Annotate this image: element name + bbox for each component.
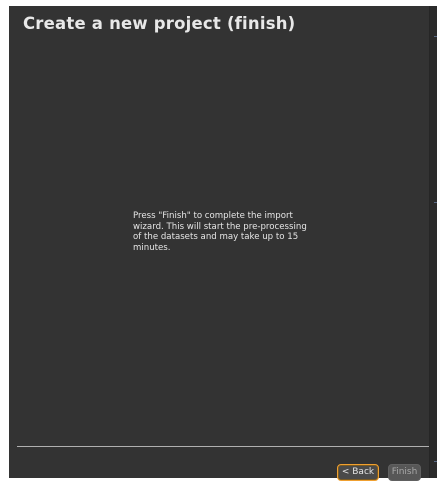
footer-divider bbox=[17, 446, 429, 447]
finish-button[interactable]: Finish bbox=[388, 464, 421, 481]
wizard-dialog: Create a new project (finish) Press "Fin… bbox=[9, 6, 430, 481]
window-frame: Create a new project (finish) Press "Fin… bbox=[0, 0, 437, 483]
back-button[interactable]: < Back bbox=[337, 464, 379, 481]
background-window-edge bbox=[430, 6, 437, 478]
page-title: Create a new project (finish) bbox=[23, 14, 296, 33]
finish-instructions: Press "Finish" to complete the import wi… bbox=[133, 211, 307, 253]
